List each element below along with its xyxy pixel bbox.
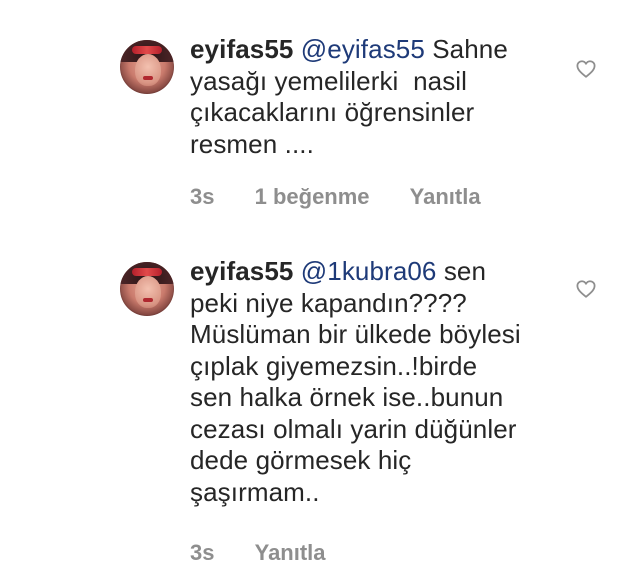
comment-line: Sahne bbox=[424, 34, 508, 64]
comment-line: sen halka örnek ise..bunun bbox=[190, 382, 504, 412]
comment-text: eyifas55 @eyifas55 Sahne yasağı yemelile… bbox=[190, 34, 575, 160]
comment-meta: 3s Yanıtla bbox=[190, 540, 326, 566]
comment-line: cezası olmalı yarin düğünler bbox=[190, 413, 517, 444]
comment-line: şaşırmam.. bbox=[190, 476, 320, 507]
comment-time: 3s bbox=[190, 540, 215, 565]
avatar[interactable] bbox=[120, 40, 174, 94]
heart-outline-icon[interactable] bbox=[576, 280, 596, 298]
comment-line: yasağı yemelilerki nasil bbox=[190, 65, 468, 96]
reply-button[interactable]: Yanıtla bbox=[410, 184, 481, 210]
comment-line: resmen .... bbox=[190, 128, 314, 159]
avatar[interactable] bbox=[120, 262, 174, 316]
comment-mention[interactable]: @eyifas55 bbox=[301, 34, 425, 64]
comment-mention[interactable]: @1kubra06 bbox=[301, 256, 437, 286]
comment-line: dede görmesek hiç bbox=[190, 445, 412, 475]
comment-username[interactable]: eyifas55 bbox=[190, 34, 293, 64]
comment-username[interactable]: eyifas55 bbox=[190, 256, 293, 286]
comment-line: çıplak giyemezsin..!birde bbox=[190, 350, 478, 381]
comment-line: Müslüman bir ülkede böylesi bbox=[190, 319, 521, 349]
comment-meta: 3s 1 beğenme Yanıtla bbox=[190, 184, 481, 210]
comment-time: 3s bbox=[190, 184, 215, 209]
comment-line: sen bbox=[436, 256, 487, 286]
comment-line: çıkacaklarını öğrensinler bbox=[190, 97, 475, 127]
comment-likes[interactable]: 1 beğenme bbox=[255, 184, 370, 210]
comment-text: eyifas55 @1kubra06 sen peki niye kapandı… bbox=[190, 256, 575, 508]
heart-outline-icon[interactable] bbox=[576, 60, 596, 78]
comment-line: peki niye kapandın???? bbox=[190, 287, 467, 318]
reply-button[interactable]: Yanıtla bbox=[255, 540, 326, 566]
